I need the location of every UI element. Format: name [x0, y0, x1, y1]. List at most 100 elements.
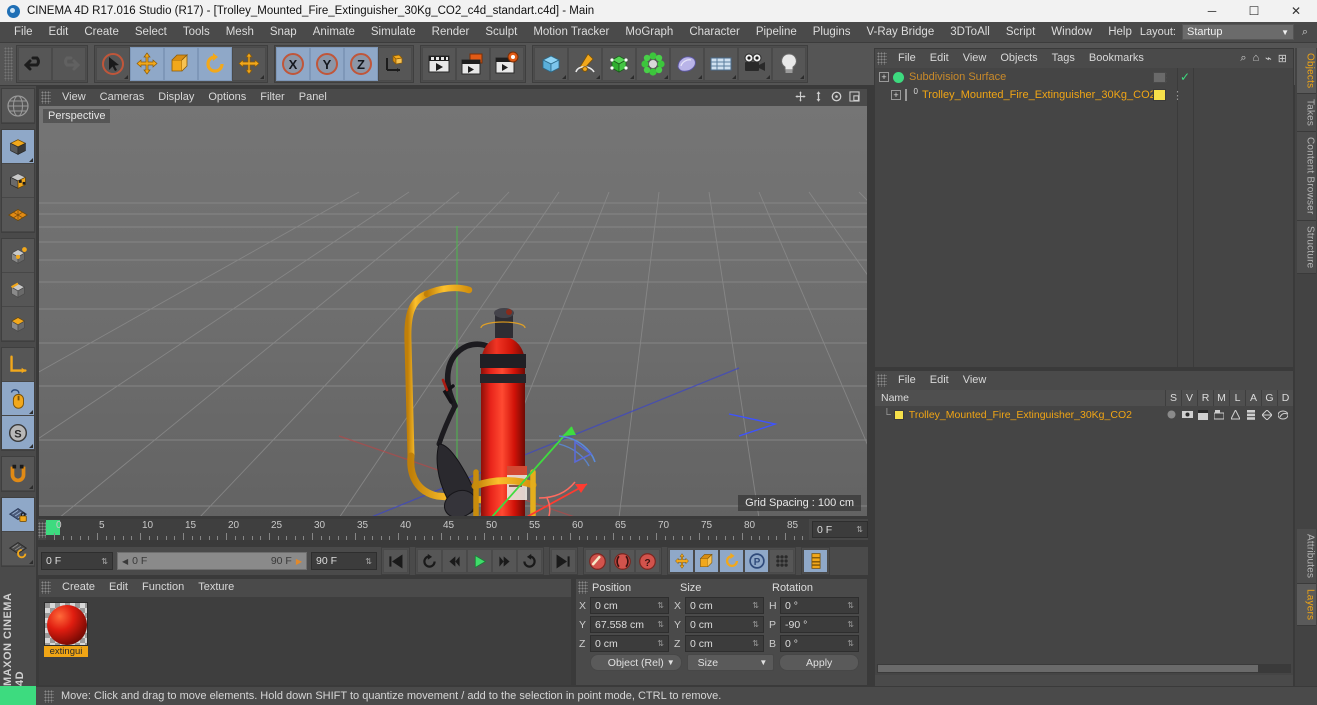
- position-z-field[interactable]: 0 cm ⇅: [590, 635, 669, 652]
- spinner-icon[interactable]: ⇅: [657, 601, 664, 610]
- layer-menu-file[interactable]: File: [891, 371, 923, 389]
- spinner-icon[interactable]: ⇅: [856, 525, 863, 534]
- size-y-field[interactable]: 0 cm ⇅: [685, 616, 764, 633]
- menu-vray-bridge[interactable]: V-Ray Bridge: [858, 22, 942, 43]
- undo-button[interactable]: [18, 47, 52, 81]
- material-item[interactable]: extingui: [44, 602, 88, 657]
- material-menu-create[interactable]: Create: [55, 579, 102, 596]
- dolly-icon[interactable]: [812, 90, 825, 106]
- layer-color-swatch[interactable]: [893, 409, 904, 420]
- material-menu-texture[interactable]: Texture: [191, 579, 241, 596]
- previous-frame-button[interactable]: [442, 549, 467, 573]
- add-camera-button[interactable]: [738, 47, 772, 81]
- maximize-button[interactable]: ☐: [1233, 0, 1275, 22]
- viewport-solo-button[interactable]: [2, 382, 34, 416]
- spinner-icon[interactable]: ⇅: [365, 557, 372, 566]
- timeline-grip[interactable]: [38, 521, 46, 538]
- timeline-ruler[interactable]: 051015202530354045505560657075808590: [46, 519, 809, 540]
- object-menu-objects[interactable]: Objects: [993, 49, 1044, 67]
- layout-select[interactable]: Startup ▼: [1182, 24, 1294, 40]
- menu-motion-tracker[interactable]: Motion Tracker: [525, 22, 617, 43]
- menu-edit[interactable]: Edit: [41, 22, 77, 43]
- layer-menu-edit[interactable]: Edit: [923, 371, 956, 389]
- add-floor-button[interactable]: [704, 47, 738, 81]
- add-spline-button[interactable]: [568, 47, 602, 81]
- pan-icon[interactable]: [794, 90, 807, 106]
- layer-grip[interactable]: [877, 373, 887, 387]
- magnet-button[interactable]: [2, 457, 34, 491]
- move-button[interactable]: [130, 47, 164, 81]
- layer-render-toggle[interactable]: [1195, 409, 1211, 420]
- checkmark-icon[interactable]: ✓: [1180, 70, 1190, 84]
- lock-z-axis-button[interactable]: Z: [344, 47, 378, 81]
- subdivision-tag-icon[interactable]: [1153, 71, 1166, 83]
- viewport-grip[interactable]: [41, 91, 51, 104]
- orbit-icon[interactable]: [830, 90, 843, 106]
- menu-script[interactable]: Script: [998, 22, 1043, 43]
- object-menu-bookmarks[interactable]: Bookmarks: [1082, 49, 1151, 67]
- viewport-canvas[interactable]: Perspective Grid Spacing : 100 cm: [39, 106, 867, 516]
- enable-snap-button[interactable]: S: [2, 416, 34, 450]
- object-menu-view[interactable]: View: [956, 49, 994, 67]
- menu-help[interactable]: Help: [1100, 22, 1140, 43]
- rotation-p-field[interactable]: -90 ° ⇅: [780, 616, 859, 633]
- object-menu-tags[interactable]: Tags: [1045, 49, 1082, 67]
- param-key-button[interactable]: P: [744, 549, 769, 573]
- current-frame-field[interactable]: 0 F ⇅: [41, 552, 113, 570]
- layer-visibility-toggle[interactable]: [1179, 410, 1195, 420]
- link-icon[interactable]: ⌁: [1265, 52, 1272, 65]
- fit-icon[interactable]: ⊞: [1278, 52, 1287, 65]
- minimize-button[interactable]: ─: [1191, 0, 1233, 22]
- viewport-menu-view[interactable]: View: [55, 89, 93, 106]
- model-mode-button[interactable]: [2, 130, 34, 164]
- add-deformer-button[interactable]: [636, 47, 670, 81]
- rotation-b-field[interactable]: 0 ° ⇅: [780, 635, 859, 652]
- tab-structure[interactable]: Structure: [1296, 220, 1316, 275]
- layer-col-m[interactable]: M: [1213, 390, 1229, 406]
- material-tag-icon[interactable]: [1153, 89, 1166, 101]
- object-tree[interactable]: + Subdivision Surface ⋮ ✓ + 0 Trolley_Mo…: [875, 68, 1293, 367]
- size-x-field[interactable]: 0 cm ⇅: [685, 597, 764, 614]
- preview-range-field[interactable]: ◀ 0 F 90 F ▶: [117, 552, 307, 570]
- layer-col-s[interactable]: S: [1165, 390, 1181, 406]
- keyframe-selection-button[interactable]: ?: [635, 549, 660, 573]
- play-button[interactable]: [467, 549, 492, 573]
- add-light-button[interactable]: [772, 47, 806, 81]
- layer-col-v[interactable]: V: [1181, 390, 1197, 406]
- texture-mode-button[interactable]: [2, 164, 34, 198]
- menu-pipeline[interactable]: Pipeline: [748, 22, 805, 43]
- menu-render[interactable]: Render: [424, 22, 478, 43]
- layer-row[interactable]: └ Trolley_Mounted_Fire_Extinguisher_30Kg…: [875, 406, 1293, 423]
- layer-animation-toggle[interactable]: [1243, 409, 1259, 420]
- home-icon[interactable]: ⌂: [1253, 52, 1260, 65]
- layer-horizontal-scrollbar[interactable]: [877, 664, 1291, 673]
- rotation-h-field[interactable]: 0 ° ⇅: [780, 597, 859, 614]
- spinner-icon[interactable]: ⇅: [657, 620, 664, 629]
- menu-select[interactable]: Select: [127, 22, 175, 43]
- world-object-coordinates-button[interactable]: [378, 47, 412, 81]
- layer-col-d[interactable]: D: [1277, 390, 1293, 406]
- object-row-extinguisher[interactable]: + 0 Trolley_Mounted_Fire_Extinguisher_30…: [875, 86, 1293, 104]
- menu-simulate[interactable]: Simulate: [363, 22, 424, 43]
- rotate-button[interactable]: [198, 47, 232, 81]
- tab-attributes[interactable]: Attributes: [1296, 528, 1316, 584]
- menu-snap[interactable]: Snap: [262, 22, 305, 43]
- timeline-frame-field[interactable]: 0 F ⇅: [812, 521, 868, 538]
- workplane-button[interactable]: [2, 198, 34, 232]
- menu-animate[interactable]: Animate: [305, 22, 363, 43]
- size-z-field[interactable]: 0 cm ⇅: [685, 635, 764, 652]
- layer-list[interactable]: └ Trolley_Mounted_Fire_Extinguisher_30Kg…: [875, 406, 1293, 675]
- menu-mesh[interactable]: Mesh: [218, 22, 262, 43]
- material-menu-function[interactable]: Function: [135, 579, 191, 596]
- go-to-end-button[interactable]: [551, 549, 576, 573]
- spinner-icon[interactable]: ⇅: [752, 601, 759, 610]
- layer-generator-toggle[interactable]: [1259, 409, 1275, 420]
- menu-3dtoall[interactable]: 3DToAll: [942, 22, 998, 43]
- menu-create[interactable]: Create: [76, 22, 127, 43]
- spinner-icon[interactable]: ⇅: [752, 639, 759, 648]
- menu-file[interactable]: File: [6, 22, 41, 43]
- pla-key-button[interactable]: [769, 549, 794, 573]
- material-list[interactable]: extingui: [39, 597, 571, 685]
- tab-takes[interactable]: Takes: [1296, 94, 1316, 133]
- layer-lock-toggle[interactable]: [1227, 409, 1243, 420]
